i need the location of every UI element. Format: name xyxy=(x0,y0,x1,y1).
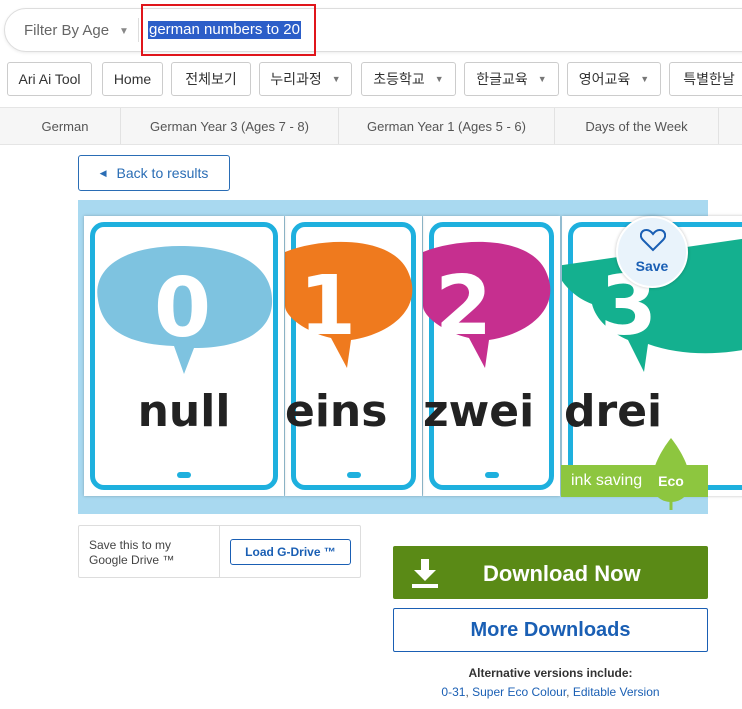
category-label: 누리과정 xyxy=(270,71,322,87)
leaf-shape xyxy=(652,438,690,502)
download-now-button[interactable]: Download Now xyxy=(393,546,708,599)
card-word: zwei xyxy=(423,386,535,437)
download-label: Download Now xyxy=(483,561,641,586)
category-label: 영어교육 xyxy=(578,71,631,87)
save-label: Save xyxy=(635,258,669,274)
card-digit: 2 xyxy=(435,259,492,354)
twinkl-logo xyxy=(346,472,361,478)
category-label: Home xyxy=(113,71,152,87)
card-digit: 1 xyxy=(299,259,356,354)
tag-german-year-3[interactable]: German Year 3 (Ages 7 - 8) xyxy=(121,108,338,144)
category-label: 한글교육 xyxy=(476,71,528,87)
category-english[interactable]: 영어교육 ▼ xyxy=(567,62,661,96)
twinkl-logo xyxy=(484,472,499,478)
category-elementary[interactable]: 초등학교 ▼ xyxy=(361,62,456,96)
back-label: Back to results xyxy=(116,165,209,181)
search-divider xyxy=(138,18,139,42)
eco-leaf-icon: Eco xyxy=(652,438,690,510)
category-nuri[interactable]: 누리과정 ▼ xyxy=(259,62,352,96)
category-home[interactable]: Home xyxy=(102,62,163,96)
chevron-down-icon: ▼ xyxy=(434,74,444,84)
card-word: drei xyxy=(564,386,663,437)
gdrive-text: Save this to my Google Drive ™ xyxy=(89,538,175,567)
number-card-2: 2 zwei xyxy=(423,216,560,496)
heart-icon xyxy=(640,228,666,252)
alt-link-super-eco[interactable]: Super Eco Colour xyxy=(472,685,566,699)
search-input[interactable]: german numbers to 20 xyxy=(148,21,301,39)
more-downloads-button[interactable]: More Downloads xyxy=(393,608,708,652)
chevron-down-icon: ▼ xyxy=(331,74,341,84)
chevron-down-icon: ▼ xyxy=(119,25,129,37)
tag-german[interactable]: German xyxy=(10,108,120,144)
category-special-day[interactable]: 특별한날 xyxy=(669,62,742,96)
category-label: 전체보기 xyxy=(185,71,237,87)
triangle-left-icon: ◀ xyxy=(99,167,107,178)
tag-days-of-week[interactable]: Days of the Week xyxy=(555,108,718,144)
category-label: Ari Ai Tool xyxy=(18,71,81,87)
google-drive-panel: Save this to my Google Drive ™ Load G-Dr… xyxy=(78,525,361,578)
category-ari-ai-tool[interactable]: Ari Ai Tool xyxy=(7,62,92,96)
link-separator: , xyxy=(566,685,573,699)
tag-divider xyxy=(718,108,719,144)
speech-bubble: 1 xyxy=(285,241,413,368)
chevron-down-icon: ▼ xyxy=(537,74,547,84)
save-button[interactable]: Save xyxy=(616,216,688,288)
category-label: 초등학교 xyxy=(373,71,425,87)
category-label: 특별한날 xyxy=(683,71,735,87)
category-nav: Ari Ai Tool Home 전체보기 누리과정 ▼ 초등학교 ▼ 한글교육 ▼ … xyxy=(0,60,742,102)
related-tags: German German Year 3 (Ages 7 - 8) German… xyxy=(0,107,742,145)
speech-bubble: 0 xyxy=(97,246,273,374)
top-search-bar: Filter By Age ▼ german numbers to 20 xyxy=(0,0,742,60)
number-card-0: 0 null xyxy=(84,216,284,496)
alt-link-0-31[interactable]: 0-31 xyxy=(441,685,465,699)
twinkl-logo xyxy=(177,472,191,478)
speech-bubble: 2 xyxy=(423,241,551,368)
category-hangul[interactable]: 한글교육 ▼ xyxy=(464,62,559,96)
category-all[interactable]: 전체보기 xyxy=(171,62,251,96)
card-digit: 0 xyxy=(154,261,211,356)
filter-label: Filter By Age xyxy=(24,22,110,39)
alternative-versions-links: 0-31, Super Eco Colour, Editable Version xyxy=(393,685,708,699)
tag-german-year-1[interactable]: German Year 1 (Ages 5 - 6) xyxy=(339,108,554,144)
eco-badge-label: Eco xyxy=(658,473,684,489)
ink-saving-label: ink saving xyxy=(571,472,643,489)
card-word: eins xyxy=(285,386,388,437)
back-to-results-button[interactable]: ◀ Back to results xyxy=(78,155,230,191)
number-card-1: 1 eins xyxy=(285,216,422,496)
download-icon xyxy=(412,559,438,588)
gdrive-divider xyxy=(219,526,220,577)
filter-by-age-dropdown[interactable]: Filter By Age ▼ xyxy=(24,22,129,39)
chevron-down-icon: ▼ xyxy=(640,74,650,84)
alt-link-editable[interactable]: Editable Version xyxy=(573,685,660,699)
load-gdrive-button[interactable]: Load G-Drive ™ xyxy=(230,539,351,565)
alternative-versions-title: Alternative versions include: xyxy=(468,666,633,680)
card-word: null xyxy=(137,386,231,437)
